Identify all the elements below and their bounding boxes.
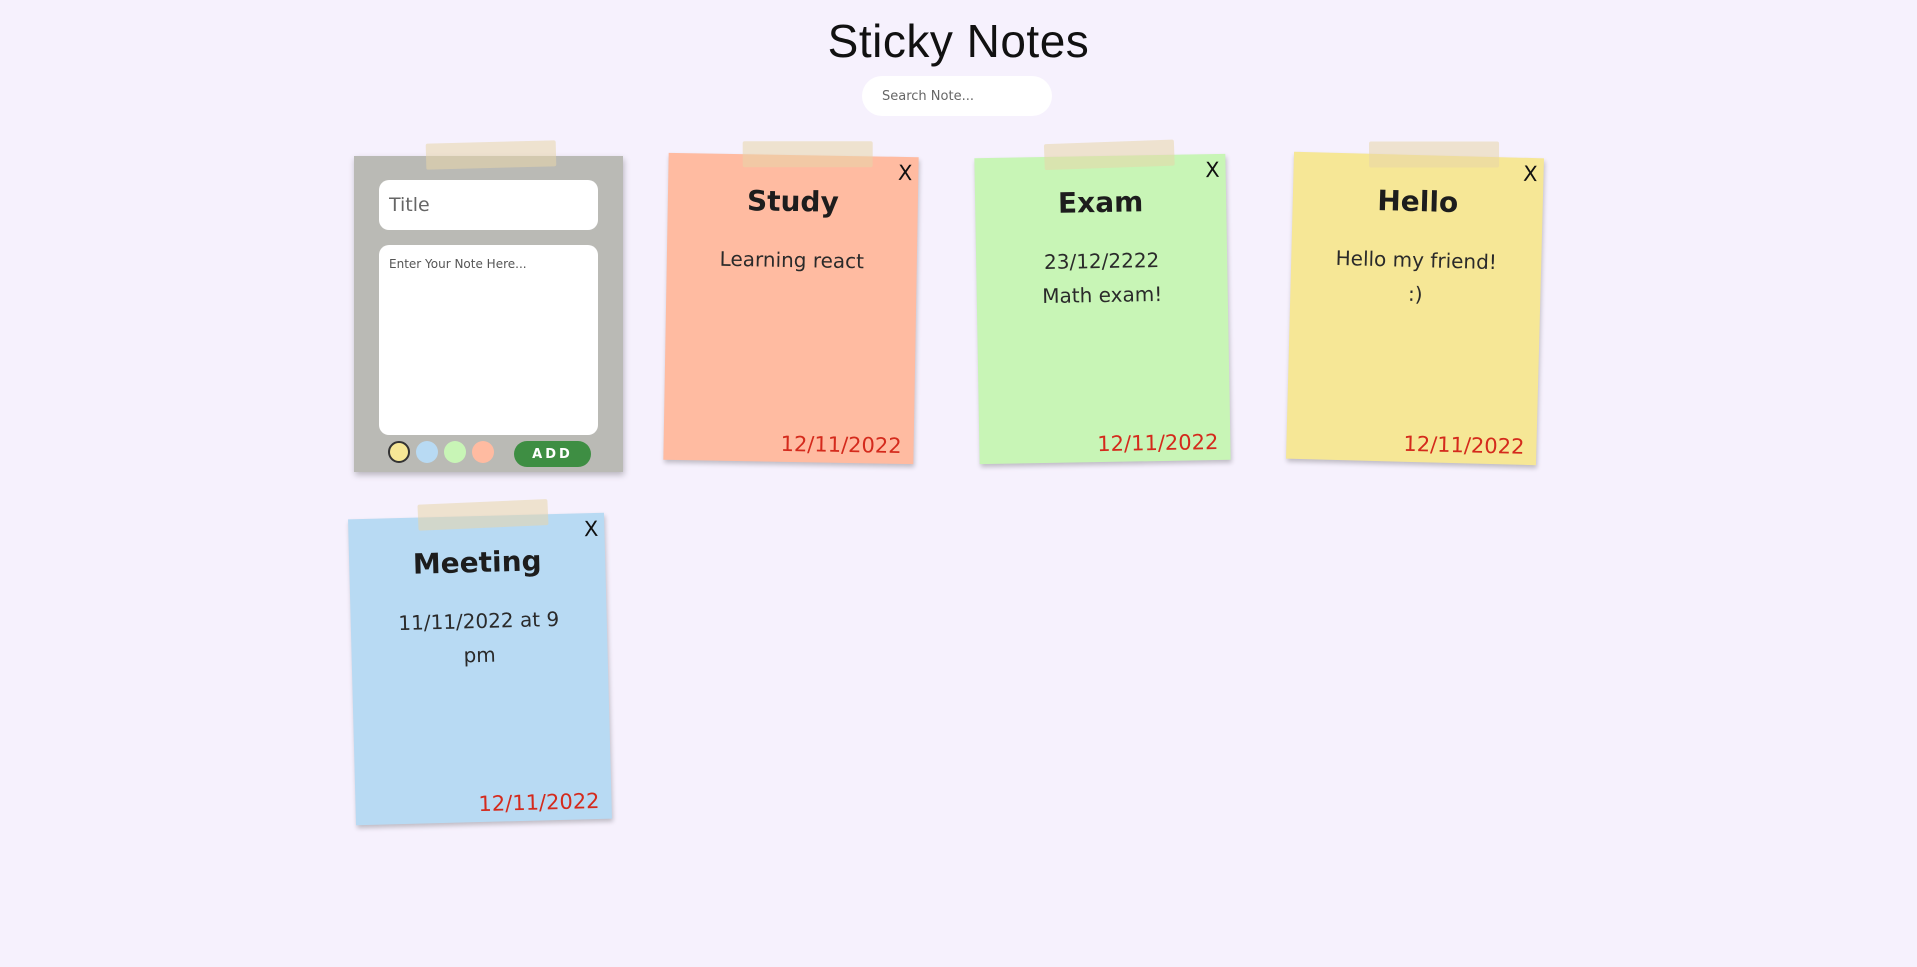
- note-title: Hello: [1376, 183, 1459, 220]
- color-swatch-yellow[interactable]: [388, 441, 410, 463]
- color-swatch-peach[interactable]: [472, 441, 494, 463]
- close-icon[interactable]: X: [1205, 158, 1220, 182]
- close-icon[interactable]: X: [898, 161, 913, 185]
- tape-decoration: [425, 140, 557, 170]
- note-title-input[interactable]: [379, 180, 598, 230]
- note-card: X Meeting 11/11/2022 at 9 pm 12/11/2022: [348, 499, 612, 826]
- tape-decoration: [1369, 141, 1500, 168]
- note-composer: ADD: [354, 140, 623, 472]
- note-date: 12/11/2022: [478, 788, 600, 817]
- tape-decoration: [1043, 139, 1175, 171]
- note-body-input[interactable]: [379, 245, 598, 435]
- note-card: X Exam 23/12/2222 Math exam! 12/11/2022: [974, 139, 1231, 465]
- note-body: 23/12/2222 Math exam!: [1042, 248, 1163, 309]
- add-note-button[interactable]: ADD: [514, 441, 591, 467]
- note-body: Learning react: [719, 246, 865, 274]
- note-date: 12/11/2022: [1097, 430, 1219, 457]
- note-card: X Hello Hello my friend! :) 12/11/2022: [1286, 141, 1544, 466]
- note-title: Exam: [1057, 185, 1144, 220]
- tape-decoration: [417, 499, 549, 531]
- app-title: Sticky Notes: [827, 15, 1090, 67]
- note-title: Study: [746, 184, 840, 219]
- close-icon[interactable]: X: [584, 517, 599, 541]
- tape-decoration: [742, 141, 873, 168]
- note-card: X Study Learning react 12/11/2022: [663, 141, 919, 465]
- note-body: 11/11/2022 at 9 pm: [398, 606, 560, 668]
- search-input[interactable]: [862, 76, 1052, 116]
- note-body: Hello my friend! :): [1335, 245, 1498, 307]
- close-icon[interactable]: X: [1523, 162, 1538, 186]
- color-swatch-blue[interactable]: [416, 441, 438, 463]
- note-title: Meeting: [412, 544, 543, 581]
- note-date: 12/11/2022: [1403, 431, 1525, 459]
- note-date: 12/11/2022: [780, 431, 902, 458]
- color-swatch-green[interactable]: [444, 441, 466, 463]
